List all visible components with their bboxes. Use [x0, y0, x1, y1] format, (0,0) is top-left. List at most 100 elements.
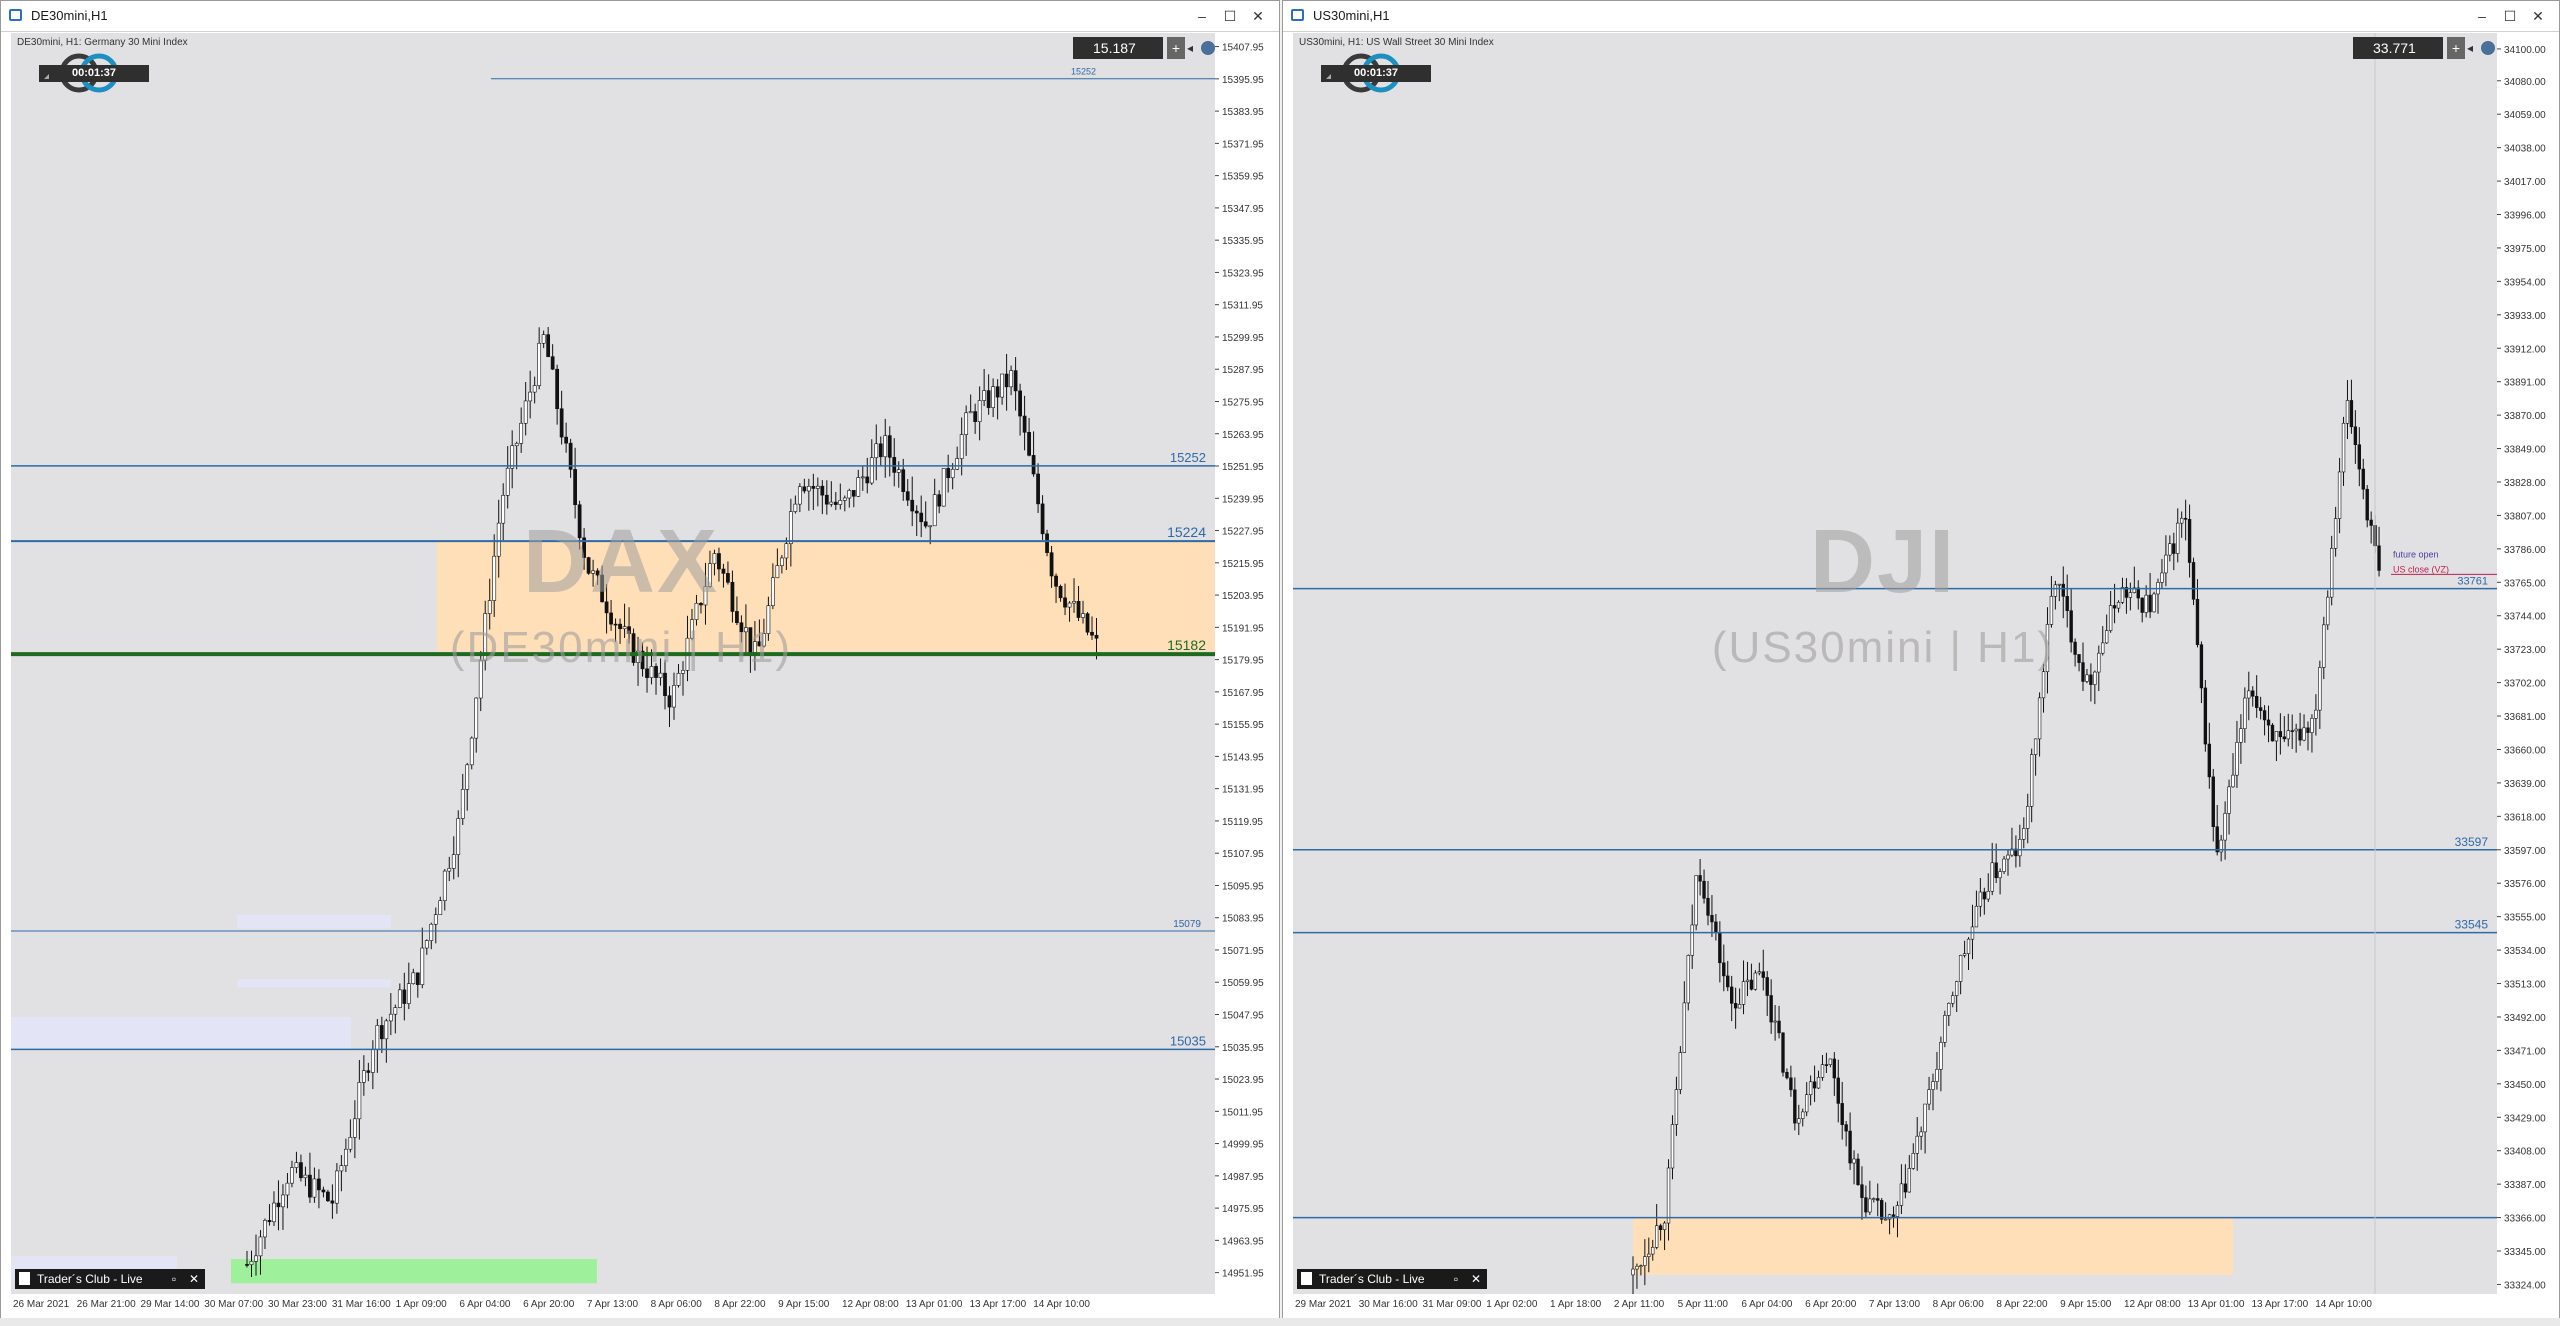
maximize-button[interactable]: ☐ — [2499, 5, 2521, 27]
candle-body — [2033, 738, 2038, 755]
level-label: 15035 — [1170, 1033, 1206, 1048]
scale-label: 33345.00 — [2504, 1247, 2546, 1258]
candle-body — [249, 1261, 254, 1265]
panel-close-button[interactable]: ✕ — [185, 1269, 203, 1289]
window-us30[interactable]: US30mini,H1 – ☐ ✕ 33761 33597 33545 future … — [1282, 0, 2560, 1326]
title-bar[interactable]: US30mini,H1 – ☐ ✕ — [1283, 1, 2559, 32]
time-label: 2 Apr 11:00 — [1614, 1299, 1665, 1310]
time-axis[interactable]: 26 Mar 2021 26 Mar 21:00 29 Mar 14:00 30 Ma… — [11, 1294, 1275, 1312]
time-label: 8 Apr 06:00 — [1933, 1299, 1985, 1310]
title-bar[interactable]: DE30mini,H1 – ☐ ✕ — [1, 1, 1279, 32]
candle-body — [1694, 875, 1698, 926]
candle-body — [2274, 731, 2279, 742]
time-axis[interactable]: 29 Mar 2021 30 Mar 16:00 31 Mar 09:00 1 Apr… — [1293, 1294, 2557, 1312]
candle-body — [2168, 543, 2172, 556]
time-label: 13 Apr 01:00 — [906, 1299, 963, 1310]
candle-body — [2180, 517, 2184, 524]
candle-body — [1978, 891, 1983, 907]
price-scale[interactable]: 15407.95 15395.95 15383.95 15371.95 15359.95… — [1215, 33, 1275, 1294]
candle-body — [2199, 644, 2204, 689]
scale-label: 33744.00 — [2504, 612, 2546, 623]
candle-body — [2294, 728, 2298, 732]
scale-label: 15311.95 — [1222, 301, 1263, 312]
minimize-button[interactable]: – — [1191, 5, 1213, 27]
time-label: 29 Mar 14:00 — [141, 1299, 200, 1310]
candle-body — [905, 491, 910, 501]
candle-body — [874, 443, 879, 459]
candle-body — [519, 422, 524, 444]
maximize-button[interactable]: ☐ — [1219, 5, 1241, 27]
candle-body — [366, 1070, 371, 1073]
candle-body — [474, 697, 479, 739]
time-label: 26 Mar 2021 — [13, 1299, 70, 1310]
candle-body — [1797, 1118, 1801, 1124]
scale-label: 34080.00 — [2504, 77, 2546, 88]
candle-body — [447, 868, 452, 872]
candle-body — [865, 476, 870, 484]
candle-body — [433, 914, 438, 925]
candle-body — [514, 443, 519, 447]
window-de30[interactable]: DE30mini,H1 – ☐ ✕ 15252 15224 15182 15079 15… — [0, 0, 1280, 1326]
panel-restore-button[interactable]: ▫ — [1447, 1269, 1465, 1289]
status-bar — [0, 1318, 2560, 1326]
scale-label: 34059.00 — [2504, 110, 2546, 121]
candle-body — [1856, 1158, 1860, 1186]
level-label: 33597 — [2455, 835, 2489, 849]
candle-body — [317, 1178, 321, 1191]
candle-body — [896, 469, 901, 473]
time-label: 12 Apr 08:00 — [2124, 1299, 2181, 1310]
candle-body — [856, 477, 861, 497]
zoom-in-button[interactable]: + — [1167, 37, 1185, 59]
candle-body — [1000, 373, 1004, 398]
close-button[interactable]: ✕ — [2527, 5, 2549, 27]
time-label: 1 Apr 09:00 — [396, 1299, 448, 1310]
candle-body — [1852, 1158, 1856, 1164]
time-label: 30 Mar 16:00 — [1359, 1299, 1418, 1310]
scale-label: 15383.95 — [1222, 107, 1264, 118]
scale-label: 33618.00 — [2504, 812, 2546, 823]
candle-body — [2148, 594, 2152, 613]
candle-body — [1801, 1111, 1805, 1119]
panel-restore-button[interactable]: ▫ — [165, 1269, 183, 1289]
candle-body — [1860, 1184, 1864, 1198]
candle-body — [1951, 995, 1955, 1004]
candle-body — [2330, 547, 2334, 598]
minimize-button[interactable]: – — [2471, 5, 2493, 27]
traders-club-panel[interactable]: Trader´s Club - Live ▫ ✕ — [15, 1269, 205, 1289]
price-scale[interactable]: 34100.00 34080.00 34059.00 34038.00 34017.00… — [2497, 33, 2557, 1294]
candle-body — [1040, 503, 1045, 535]
scale-label: 33807.00 — [2504, 511, 2546, 522]
status-dot-icon — [1201, 41, 1215, 55]
panel-close-button[interactable]: ✕ — [1467, 1269, 1485, 1289]
traders-club-panel[interactable]: Trader´s Club - Live ▫ ✕ — [1297, 1269, 1487, 1289]
scale-label: 15347.95 — [1222, 204, 1264, 215]
zoom-in-button[interactable]: + — [2447, 37, 2465, 59]
candle-body — [406, 983, 411, 1004]
scale-canvas: 15407.95 15395.95 15383.95 15371.95 15359.95… — [1215, 43, 1264, 1280]
candle-body — [2310, 717, 2314, 733]
candle-body — [1643, 1256, 1647, 1266]
candle-body — [1718, 932, 1722, 964]
candle-body — [1812, 1081, 1817, 1089]
candle-body — [1726, 975, 1730, 988]
symbol-subtitle: (US30mini | H1) — [1711, 623, 2055, 672]
candle-body — [384, 1020, 389, 1040]
scale-label: 15155.95 — [1222, 720, 1264, 731]
candle-body — [1690, 924, 1694, 956]
candle-body — [370, 1049, 375, 1073]
candle-body — [928, 525, 933, 528]
candle-body — [1670, 1124, 1675, 1169]
candle-body — [1939, 1042, 1943, 1070]
collapse-arrow-icon[interactable]: ◂ — [2467, 37, 2479, 59]
scale-label: 15011.95 — [1222, 1107, 1263, 1118]
candle-body — [2345, 400, 2350, 424]
scale-label: 15035.95 — [1222, 1043, 1264, 1054]
candle-body — [1090, 631, 1094, 636]
candle-body — [923, 521, 928, 527]
collapse-arrow-icon[interactable]: ◂ — [1187, 37, 1199, 59]
candle-body — [950, 468, 955, 479]
candle-body — [550, 356, 555, 370]
close-button[interactable]: ✕ — [1247, 5, 1269, 27]
scale-label: 33429.00 — [2504, 1113, 2546, 1124]
candle-body — [1955, 981, 1959, 996]
